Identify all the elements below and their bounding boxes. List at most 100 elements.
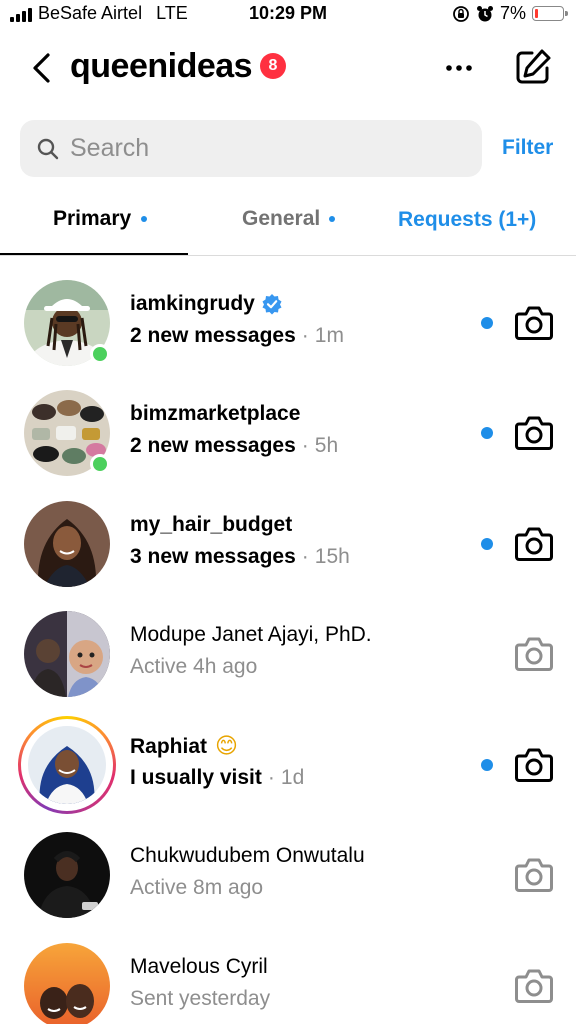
person-avatar-icon xyxy=(24,943,110,1024)
conversation-name-text: Raphiat xyxy=(130,734,208,758)
message-time: 1m xyxy=(314,324,344,347)
conversation-row[interactable]: Raphiat 😊 I usually visit · 1d xyxy=(0,710,576,820)
camera-button[interactable] xyxy=(514,304,554,342)
unread-indicator-dot xyxy=(481,317,493,329)
preview-text: 2 new messages xyxy=(130,324,296,347)
status-bar: BeSafe Airtel LTE 10:29 PM 7% xyxy=(0,0,576,30)
tab-unread-dot xyxy=(329,216,335,222)
alarm-icon xyxy=(476,5,493,21)
conversation-name: Chukwudubem Onwutalu xyxy=(130,844,365,868)
online-status-dot xyxy=(90,344,110,364)
conversation-name: my_hair_budget xyxy=(130,513,292,537)
message-preview: Active 4h ago xyxy=(130,655,257,679)
avatar[interactable] xyxy=(24,501,110,587)
conversation-name: iamkingrudy xyxy=(130,292,283,316)
account-username[interactable]: queenideas xyxy=(70,47,253,86)
conversation-name: Mavelous Cyril xyxy=(130,955,268,979)
unread-indicator-dot xyxy=(481,427,493,439)
separator-dot: · xyxy=(301,324,309,347)
tab-unread-dot xyxy=(141,216,147,222)
search-input[interactable] xyxy=(70,120,470,177)
camera-button[interactable] xyxy=(514,414,554,452)
person-avatar-icon xyxy=(24,832,110,918)
back-button[interactable] xyxy=(26,50,62,86)
chevron-left-icon xyxy=(33,53,50,83)
avatar[interactable] xyxy=(18,716,116,814)
message-preview: 3 new messages · 15h xyxy=(130,545,350,569)
avatar[interactable] xyxy=(24,943,110,1024)
conversation-name-text: Mavelous Cyril xyxy=(130,955,268,978)
search-icon xyxy=(37,138,59,160)
status-right: 7% xyxy=(452,3,568,24)
preview-text: Active 4h ago xyxy=(130,655,258,678)
search-bar[interactable] xyxy=(20,120,482,177)
conversation-row[interactable]: Mavelous Cyril Sent yesterday xyxy=(0,931,576,1024)
person-avatar-icon xyxy=(28,726,106,804)
unread-indicator-dot xyxy=(481,759,493,771)
smiling-face-icon: 😊 xyxy=(215,734,238,759)
conversation-row[interactable]: my_hair_budget 3 new messages · 15h xyxy=(0,489,576,599)
camera-icon xyxy=(515,527,553,561)
camera-button[interactable] xyxy=(514,525,554,563)
tab-primary[interactable]: Primary xyxy=(0,196,188,256)
person-avatar-icon xyxy=(24,611,110,697)
orientation-lock-icon xyxy=(453,5,469,22)
camera-icon xyxy=(515,969,553,1003)
separator-dot: · xyxy=(301,545,309,568)
camera-icon xyxy=(515,748,553,782)
conversation-name-text: bimzmarketplace xyxy=(130,402,301,425)
conversation-name-text: Chukwudubem Onwutalu xyxy=(130,844,365,867)
compose-icon xyxy=(516,49,551,84)
conversation-name: Raphiat 😊 xyxy=(130,734,238,759)
avatar[interactable] xyxy=(24,832,110,918)
more-options-button[interactable] xyxy=(440,50,480,86)
preview-text: Active 8m ago xyxy=(130,876,264,899)
person-avatar-icon xyxy=(24,501,110,587)
unread-indicator-dot xyxy=(481,538,493,550)
preview-text: 2 new messages xyxy=(130,434,296,457)
inbox-tabs: Primary General Requests (1+) xyxy=(0,196,576,256)
conversation-row[interactable]: Modupe Janet Ajayi, PhD. Active 4h ago xyxy=(0,599,576,709)
tab-requests[interactable]: Requests (1+) xyxy=(376,196,576,256)
message-time: 1d xyxy=(280,766,305,789)
separator-dot: · xyxy=(301,434,309,457)
conversation-name: bimzmarketplace xyxy=(130,402,300,426)
more-dots-icon xyxy=(446,65,472,71)
tab-label: Primary xyxy=(53,207,132,230)
message-preview: 2 new messages · 5h xyxy=(130,434,338,458)
active-tab-indicator xyxy=(0,253,188,255)
avatar[interactable] xyxy=(24,390,110,476)
unread-count-badge: 8 xyxy=(260,53,286,79)
avatar[interactable] xyxy=(24,280,110,366)
camera-button[interactable] xyxy=(514,967,554,1005)
message-preview: I usually visit · 1d xyxy=(130,766,304,790)
new-message-button[interactable] xyxy=(512,46,554,88)
separator-dot: · xyxy=(267,766,275,789)
verified-badge-icon xyxy=(262,294,282,315)
inbox-header: queenideas 8 xyxy=(0,40,576,96)
preview-text: 3 new messages xyxy=(130,545,296,568)
inbox-screen: BeSafe Airtel LTE 10:29 PM 7% queenideas… xyxy=(0,0,576,1024)
avatar[interactable] xyxy=(24,611,110,697)
camera-icon xyxy=(515,306,553,340)
conversation-name: Modupe Janet Ajayi, PhD. xyxy=(130,623,372,647)
tab-general[interactable]: General xyxy=(188,196,376,256)
conversation-row[interactable]: bimzmarketplace 2 new messages · 5h xyxy=(0,378,576,488)
battery-fill xyxy=(535,9,538,18)
camera-button[interactable] xyxy=(514,635,554,673)
battery-percent: 7% xyxy=(499,3,526,23)
tab-label: General xyxy=(242,207,321,230)
online-status-dot xyxy=(90,454,110,474)
camera-button[interactable] xyxy=(514,856,554,894)
preview-text: Sent yesterday xyxy=(130,987,271,1010)
message-time: 15h xyxy=(314,545,350,568)
camera-icon xyxy=(515,416,553,450)
battery-icon xyxy=(532,6,568,21)
camera-icon xyxy=(515,637,553,671)
conversation-row[interactable]: iamkingrudy 2 new messages · 1m xyxy=(0,268,576,378)
camera-button[interactable] xyxy=(514,746,554,784)
preview-text: I usually visit xyxy=(130,766,262,789)
conversation-row[interactable]: Chukwudubem Onwutalu Active 8m ago xyxy=(0,820,576,930)
conversation-name-text: iamkingrudy xyxy=(130,292,255,315)
filter-button[interactable]: Filter xyxy=(502,136,553,160)
